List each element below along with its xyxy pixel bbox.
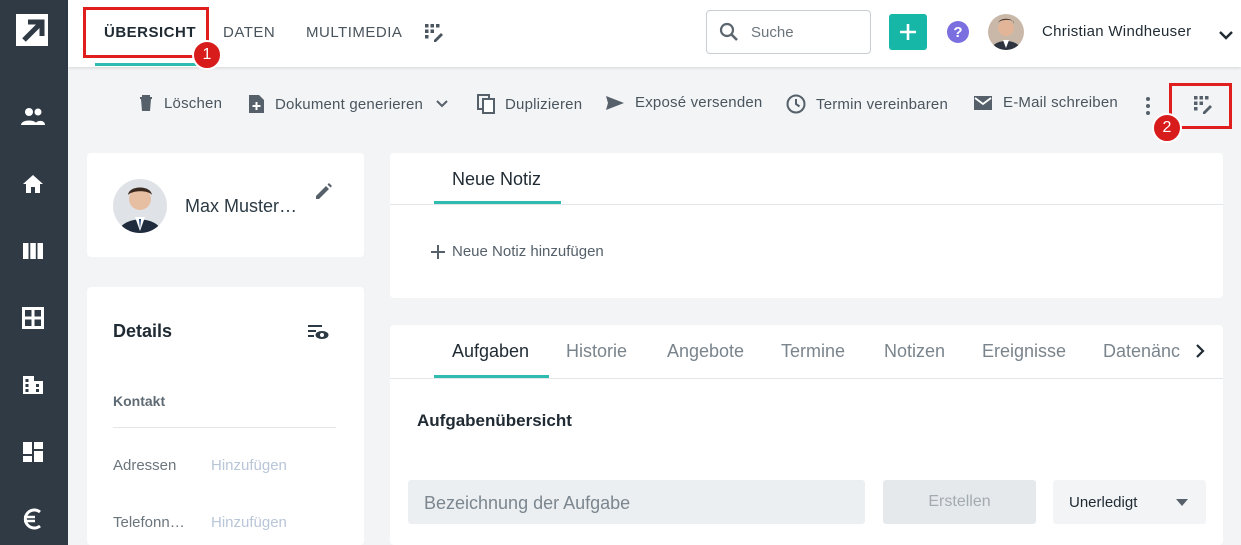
chevron-down-icon[interactable] — [1219, 27, 1233, 45]
help-icon[interactable]: ? — [947, 21, 969, 43]
notes-card: Neue Notiz Neue Notiz hinzufügen — [390, 153, 1223, 298]
add-adressen-link[interactable]: Hinzufügen — [211, 457, 287, 474]
more-vertical-icon[interactable] — [1144, 96, 1152, 121]
delete-button[interactable]: Löschen — [138, 94, 222, 112]
write-email-label: E-Mail schreiben — [1003, 94, 1118, 111]
create-task-button[interactable]: Erstellen — [883, 480, 1036, 524]
divider — [390, 378, 1223, 379]
duplicate-label: Duplizieren — [505, 95, 583, 113]
tab-daten[interactable]: DATEN — [223, 24, 275, 41]
people-icon[interactable] — [20, 104, 46, 130]
caret-down-icon — [1176, 499, 1188, 506]
tab-angebote[interactable]: Angebote — [667, 341, 744, 362]
add-note-button[interactable]: Neue Notiz hinzufügen — [430, 243, 604, 260]
tab-termine[interactable]: Termine — [781, 341, 845, 362]
task-name-input[interactable]: Bezeichnung der Aufgabe — [408, 480, 865, 524]
tab-multimedia[interactable]: MULTIMEDIA — [306, 24, 402, 41]
home-icon[interactable] — [20, 171, 46, 197]
user-avatar[interactable] — [988, 14, 1024, 50]
chevron-right-icon[interactable] — [1195, 344, 1205, 363]
arrow-logo-icon[interactable] — [16, 14, 48, 46]
plus-icon — [431, 244, 445, 259]
document-add-icon — [249, 95, 264, 113]
search-icon — [719, 22, 739, 47]
contact-card: Max Muster… — [87, 153, 364, 257]
tab-neue-notiz[interactable]: Neue Notiz — [452, 169, 541, 190]
tasks-heading: Aufgabenübersicht — [417, 411, 572, 430]
building-icon[interactable] — [20, 372, 46, 398]
divider — [390, 204, 1223, 205]
customize-actions-icon[interactable] — [1193, 95, 1213, 120]
field-label-adressen: Adressen — [113, 457, 177, 474]
callout-badge-2: 2 — [1152, 113, 1182, 143]
columns-icon[interactable] — [20, 238, 46, 264]
details-card: Details Kontakt Adressen Hinzufügen Tele… — [87, 287, 364, 545]
task-name-placeholder: Bezeichnung der Aufgabe — [424, 493, 631, 513]
contact-name: Max Muster… — [185, 196, 298, 216]
status-select[interactable]: Unerledigt — [1053, 480, 1206, 524]
edit-icon[interactable] — [314, 181, 334, 206]
generate-document-label: Dokument generieren — [275, 95, 424, 113]
generate-document-button[interactable]: Dokument generieren — [248, 94, 459, 114]
schedule-appointment-button[interactable]: Termin vereinbaren — [786, 94, 948, 114]
status-select-value: Unerledigt — [1069, 494, 1138, 511]
write-email-button[interactable]: E-Mail schreiben — [973, 94, 1118, 111]
add-note-label: Neue Notiz hinzufügen — [452, 243, 604, 260]
trash-icon — [140, 95, 152, 111]
active-tab-indicator — [95, 63, 198, 66]
copy-icon — [477, 94, 495, 114]
grid-icon[interactable] — [20, 305, 46, 331]
tab-ereignisse[interactable]: Ereignisse — [982, 341, 1066, 362]
section-kontakt: Kontakt — [113, 393, 166, 409]
tab-aufgaben[interactable]: Aufgaben — [452, 341, 529, 362]
sidebar — [0, 0, 68, 545]
send-expose-button[interactable]: Exposé versenden — [605, 94, 762, 111]
clock-icon — [786, 94, 806, 114]
search-input[interactable]: Suche — [706, 10, 871, 54]
add-telefon-link[interactable]: Hinzufügen — [211, 514, 287, 531]
euro-icon[interactable] — [20, 506, 46, 532]
add-button[interactable] — [889, 14, 927, 50]
delete-label: Löschen — [164, 94, 223, 112]
callout-box-1 — [83, 7, 209, 58]
duplicate-button[interactable]: Duplizieren — [477, 94, 582, 114]
chevron-down-icon — [436, 100, 448, 108]
mail-icon — [974, 95, 992, 110]
schedule-appointment-label: Termin vereinbaren — [816, 95, 948, 113]
field-label-telefon: Telefonn… — [113, 514, 185, 531]
callout-badge-1: 1 — [192, 40, 222, 70]
user-name[interactable]: Christian Windheuser — [1042, 23, 1191, 40]
send-expose-label: Exposé versenden — [635, 94, 763, 111]
search-placeholder: Suche — [751, 24, 794, 41]
tab-historie[interactable]: Historie — [566, 341, 627, 362]
send-icon — [606, 95, 624, 110]
dashboard-icon[interactable] — [20, 439, 46, 465]
tab-notizen[interactable]: Notizen — [884, 341, 945, 362]
top-navigation-bar: ÜBERSICHT DATEN MULTIMEDIA Suche ? Chris… — [68, 0, 1241, 67]
tab-datenaenderungen[interactable]: Datenänc — [1103, 341, 1180, 362]
plus-icon — [900, 24, 916, 40]
details-title: Details — [113, 321, 173, 341]
visibility-filter-icon[interactable] — [307, 324, 329, 345]
customize-grid-icon[interactable] — [424, 23, 444, 48]
divider — [113, 427, 336, 428]
contact-avatar — [113, 179, 167, 233]
